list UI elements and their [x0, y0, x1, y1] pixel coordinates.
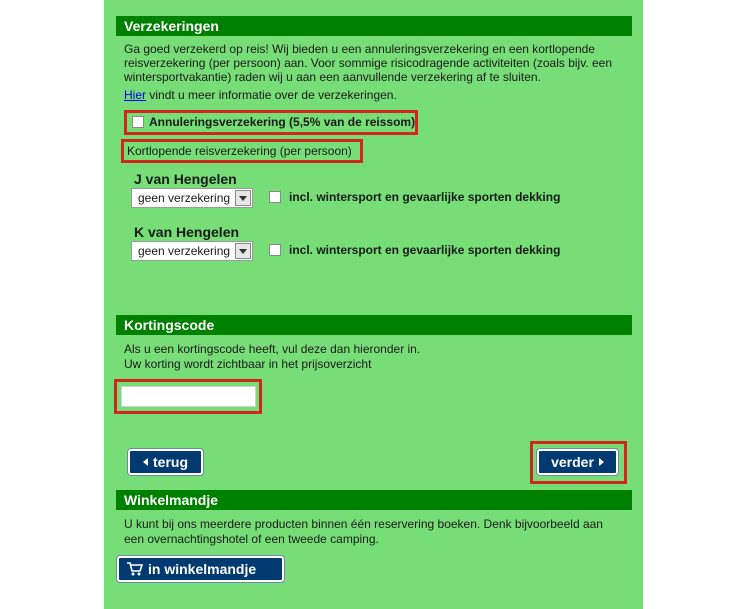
discount-text-line-2: Uw korting wordt zichtbaar in het prijso…: [124, 357, 372, 371]
discount-section-header: Kortingscode: [116, 315, 632, 335]
wintersport-label: incl. wintersport en gevaarlijke sporten…: [289, 190, 561, 204]
cancellation-insurance-checkbox[interactable]: [132, 116, 144, 128]
person-name: K van Hengelen: [134, 224, 240, 240]
insurance-section-header: Verzekeringen: [116, 16, 632, 36]
add-to-cart-button[interactable]: in winkelmandje: [117, 556, 284, 582]
chevron-down-icon[interactable]: [235, 190, 251, 206]
wintersport-label: incl. wintersport en gevaarlijke sporten…: [289, 243, 561, 257]
person-name: J van Hengelen: [134, 171, 237, 187]
chevron-down-icon[interactable]: [235, 243, 251, 259]
insurance-intro-line-2: reisverzekering (per persoon) aan. Voor …: [124, 56, 613, 70]
wintersport-checkbox[interactable]: [269, 244, 281, 256]
chevron-right-icon: [598, 458, 604, 466]
wintersport-checkbox[interactable]: [269, 191, 281, 203]
cart-text-line-1: U kunt bij ons meerdere producten binnen…: [124, 517, 603, 531]
insurance-info-link[interactable]: Hier: [124, 88, 146, 102]
insurance-select[interactable]: geen verzekering: [131, 188, 253, 208]
cart-section-header: Winkelmandje: [116, 490, 632, 510]
insurance-select-value: geen verzekering: [138, 244, 231, 258]
shopping-cart-icon: [127, 562, 143, 576]
insurance-info-line: Hier vindt u meer informatie over de ver…: [124, 88, 634, 102]
next-button-label: verder: [551, 454, 594, 470]
insurance-intro-line-1: Ga goed verzekerd op reis! Wij bieden u …: [124, 42, 595, 56]
short-term-insurance-label: Kortlopende reisverzekering (per persoon…: [127, 144, 352, 158]
insurance-select[interactable]: geen verzekering: [131, 241, 253, 261]
insurance-intro-line-3: wintersportvakantie) raden wij u aan een…: [124, 70, 541, 84]
add-to-cart-label: in winkelmandje: [148, 561, 257, 577]
insurance-select-value: geen verzekering: [138, 191, 231, 205]
chevron-left-icon: [143, 458, 148, 466]
back-button-label: terug: [153, 454, 188, 470]
discount-text-line-1: Als u een kortingscode heeft, vul deze d…: [124, 342, 421, 356]
cancellation-insurance-label: Annuleringsverzekering (5,5% van de reis…: [149, 115, 416, 129]
next-button[interactable]: verder: [537, 449, 618, 475]
insurance-info-text: vindt u meer informatie over de verzeker…: [146, 88, 397, 102]
back-button[interactable]: terug: [128, 449, 203, 475]
discount-code-input[interactable]: [121, 386, 256, 407]
cart-text-line-2: een overnachtingshotel of een tweede cam…: [124, 532, 379, 546]
